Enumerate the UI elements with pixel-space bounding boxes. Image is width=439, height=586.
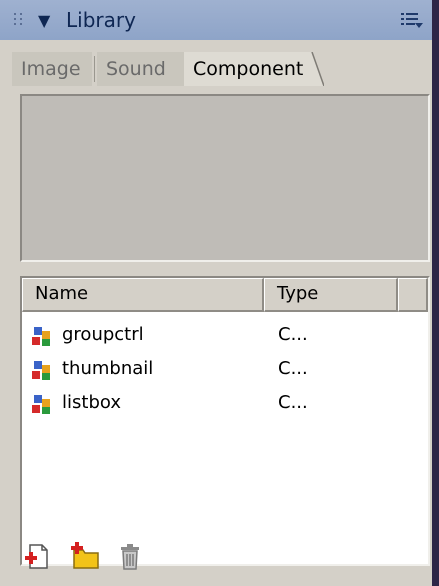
- drag-grip-icon[interactable]: [14, 13, 24, 29]
- collapse-arrow-icon[interactable]: ▼: [38, 13, 50, 29]
- new-symbol-icon[interactable]: [24, 542, 52, 572]
- list-item-type: C...: [278, 392, 308, 413]
- component-icon: [32, 395, 50, 414]
- delete-icon[interactable]: [116, 542, 144, 572]
- column-header-name-label: Name: [35, 283, 89, 304]
- column-header-name[interactable]: Name: [22, 278, 264, 312]
- list-item-type: C...: [278, 324, 308, 345]
- tab-sound[interactable]: Sound: [97, 52, 185, 86]
- list-item[interactable]: listbox C...: [22, 388, 428, 420]
- list-item-type: C...: [278, 358, 308, 379]
- list-item-name: thumbnail: [62, 358, 154, 379]
- list-item-name: groupctrl: [62, 324, 144, 345]
- tab-image-label: Image: [21, 58, 81, 80]
- library-toolbar: [20, 542, 430, 578]
- tab-component-label: Component: [193, 58, 304, 80]
- tab-divider: [94, 56, 95, 82]
- tab-image[interactable]: Image: [12, 52, 92, 86]
- preview-area: [20, 94, 430, 262]
- list-item-name: listbox: [62, 392, 121, 413]
- new-folder-icon[interactable]: [70, 542, 102, 572]
- tab-bar: Image Sound Component: [12, 52, 422, 86]
- column-header-filler: [398, 278, 428, 312]
- component-icon: [32, 361, 50, 380]
- list-item[interactable]: thumbnail C...: [22, 354, 428, 386]
- tab-sound-label: Sound: [106, 58, 166, 80]
- tab-component[interactable]: Component: [184, 52, 308, 86]
- list-item[interactable]: groupctrl C...: [22, 320, 428, 352]
- column-header-type[interactable]: Type: [264, 278, 398, 312]
- options-menu-icon[interactable]: [400, 11, 424, 31]
- tab-edge: [306, 52, 324, 86]
- library-panel: ▼ Library Image Sound Component Name Typ…: [0, 0, 432, 586]
- panel-title: Library: [66, 8, 136, 32]
- panel-header[interactable]: ▼ Library: [0, 0, 432, 40]
- component-icon: [32, 327, 50, 346]
- item-list[interactable]: Name Type groupctrl C... thumbnail C... …: [20, 276, 430, 566]
- column-header-type-label: Type: [277, 283, 319, 304]
